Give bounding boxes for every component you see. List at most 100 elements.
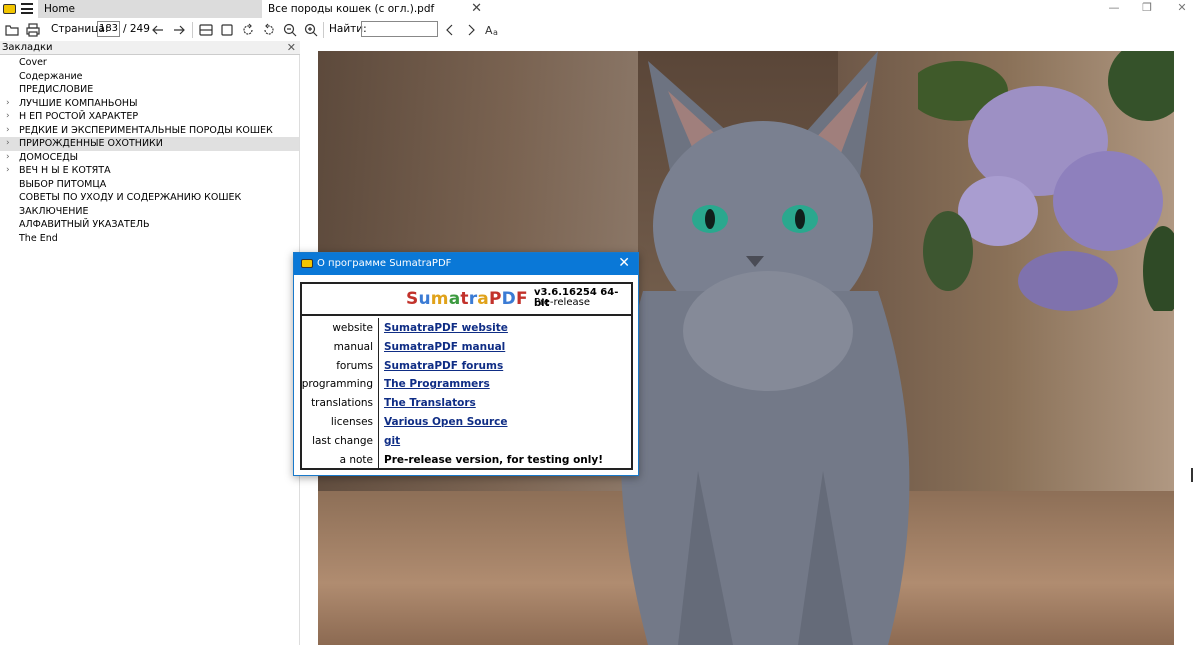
about-header: SumatraPDF v3.6.16254 64-bit Pre-release xyxy=(302,284,631,316)
about-row-label: forums xyxy=(336,359,373,372)
bookmark-label: ДОМОСЕДЫ xyxy=(19,151,79,163)
bookmark-item[interactable]: АЛФАВИТНЫЙ УКАЗАТЕЛЬ xyxy=(0,218,299,232)
expand-chevron-icon[interactable]: › xyxy=(6,124,10,138)
previous-page-icon[interactable] xyxy=(150,22,166,38)
about-dialog-title: О программе SumatraPDF xyxy=(317,258,452,269)
bookmark-item[interactable]: › ЛУЧШИЕ КОМПАНЬОНЫ xyxy=(0,97,299,111)
bookmarks-panel: Закладки ✕ Cover Содержание ПРЕДИСЛОВИЕ › ЛУ… xyxy=(0,41,300,645)
menu-icon[interactable] xyxy=(21,3,33,14)
bookmark-item[interactable]: › ПРИРОЖДЕННЫЕ ОХОТНИКИ xyxy=(0,137,299,151)
bookmark-label: Содержание xyxy=(19,70,83,82)
bookmark-item[interactable]: СОВЕТЫ ПО УХОДУ И СОДЕРЖАНИЮ КОШЕК xyxy=(0,191,299,205)
bookmark-item[interactable]: Cover xyxy=(0,56,299,70)
fit-page-icon[interactable] xyxy=(198,22,214,38)
expand-chevron-icon[interactable]: › xyxy=(6,164,10,178)
tab-close-icon[interactable]: ✕ xyxy=(471,0,482,18)
svg-text:A: A xyxy=(485,24,493,37)
title-bar: Home Все породы кошек (с огл.).pdf ✕ — ❐… xyxy=(0,0,1200,18)
bookmark-label: ВЫБОР ПИТОМЦА xyxy=(19,178,107,190)
bookmark-label: ВЕЧ Н Ы Е КОТЯТА xyxy=(19,165,111,176)
minimize-button[interactable]: — xyxy=(1106,1,1122,14)
fit-width-icon[interactable] xyxy=(219,22,235,38)
about-row-link[interactable]: Various Open Source xyxy=(384,416,507,428)
find-input[interactable] xyxy=(361,21,438,37)
about-row-link[interactable]: SumatraPDF manual xyxy=(384,341,505,353)
brand-letter: S xyxy=(406,289,419,309)
about-row: translations The Translators xyxy=(302,394,631,413)
expand-chevron-icon[interactable]: › xyxy=(6,137,10,151)
close-window-button[interactable]: ✕ xyxy=(1174,1,1190,14)
about-row-note: Pre-release version, for testing only! xyxy=(384,453,604,466)
brand-letter: a xyxy=(477,289,489,309)
close-bookmarks-icon[interactable]: ✕ xyxy=(287,41,296,54)
about-row: programming The Programmers xyxy=(302,375,631,394)
scrollbar-thumb[interactable] xyxy=(1191,468,1193,482)
about-row-link[interactable]: git xyxy=(384,435,400,447)
about-row: forums SumatraPDF forums xyxy=(302,357,631,376)
rotate-right-icon[interactable] xyxy=(261,22,277,38)
about-row-label: a note xyxy=(339,453,373,466)
bookmarks-header: Закладки ✕ xyxy=(0,41,300,55)
brand-letter: t xyxy=(460,289,469,309)
about-row: last change git xyxy=(302,432,631,451)
bookmark-item[interactable]: ЗАКЛЮЧЕНИЕ xyxy=(0,205,299,219)
bookmark-label: ПРИРОЖДЕННЫЕ ОХОТНИКИ xyxy=(19,138,163,149)
find-next-icon[interactable] xyxy=(463,22,479,38)
open-folder-icon[interactable] xyxy=(4,22,20,38)
about-row-label: last change xyxy=(312,434,373,447)
toolbar: Страница: 183 / 249 Найти: Aa xyxy=(0,18,1200,41)
about-row-label: programming xyxy=(301,378,373,391)
sumatra-logo-icon xyxy=(301,259,313,268)
brand-letter: a xyxy=(448,289,461,309)
about-row-link[interactable]: The Translators xyxy=(384,397,476,409)
expand-chevron-icon[interactable]: › xyxy=(6,97,10,111)
tab-home-label: Home xyxy=(44,3,76,15)
page-total: / 249 xyxy=(123,23,150,35)
brand-letter: P xyxy=(488,289,502,309)
tab-home[interactable]: Home xyxy=(38,0,262,18)
brand-letter: m xyxy=(430,289,449,309)
match-case-icon[interactable]: Aa xyxy=(485,22,501,38)
prerelease-text: Pre-release xyxy=(534,297,590,308)
brand-letter: F xyxy=(515,289,528,309)
bookmark-item[interactable]: Содержание xyxy=(0,70,299,84)
bookmark-label: ЗАКЛЮЧЕНИЕ xyxy=(19,205,89,217)
brand-letter: u xyxy=(418,289,431,309)
bookmark-item[interactable]: ВЫБОР ПИТОМЦА xyxy=(0,178,299,192)
about-row-link[interactable]: SumatraPDF website xyxy=(384,322,508,334)
svg-text:a: a xyxy=(493,28,498,37)
about-row-label: manual xyxy=(333,340,373,353)
tab-document[interactable]: Все породы кошек (с огл.).pdf ✕ xyxy=(262,0,488,18)
about-rows: website SumatraPDF website manual SumatraPD… xyxy=(302,319,631,469)
print-icon[interactable] xyxy=(25,22,41,38)
sumatra-logo-icon[interactable] xyxy=(3,4,16,14)
about-row: manual SumatraPDF manual xyxy=(302,338,631,357)
tab-document-label: Все породы кошек (с огл.).pdf xyxy=(268,3,435,15)
bookmark-label: Cover xyxy=(19,57,47,68)
bookmark-label: РЕДКИЕ И ЭКСПЕРИМЕНТАЛЬНЫЕ ПОРОДЫ КОШЕК xyxy=(19,124,273,136)
expand-chevron-icon[interactable]: › xyxy=(6,151,10,165)
toolbar-separator xyxy=(323,22,324,38)
bookmark-item[interactable]: › ВЕЧ Н Ы Е КОТЯТА xyxy=(0,164,299,178)
bookmark-label: АЛФАВИТНЫЙ УКАЗАТЕЛЬ xyxy=(19,219,150,230)
zoom-out-icon[interactable] xyxy=(282,22,298,38)
sumatrapdf-brand: SumatraPDF xyxy=(406,289,528,309)
find-previous-icon[interactable] xyxy=(442,22,458,38)
about-row: website SumatraPDF website xyxy=(302,319,631,338)
bookmark-item[interactable]: The End xyxy=(0,232,299,246)
bookmark-label: The End xyxy=(19,232,58,244)
page-number-input[interactable]: 183 xyxy=(97,21,120,37)
bookmark-item[interactable]: › Н ЕП РОСТОЙ ХАРАКТЕР xyxy=(0,110,299,124)
brand-letter: r xyxy=(468,289,478,309)
close-dialog-button[interactable]: ✕ xyxy=(618,255,630,271)
expand-chevron-icon[interactable]: › xyxy=(6,110,10,124)
next-page-icon[interactable] xyxy=(171,22,187,38)
rotate-left-icon[interactable] xyxy=(240,22,256,38)
bookmark-item[interactable]: › ДОМОСЕДЫ xyxy=(0,151,299,165)
bookmark-item[interactable]: › РЕДКИЕ И ЭКСПЕРИМЕНТАЛЬНЫЕ ПОРОДЫ КОШЕК xyxy=(0,124,299,138)
about-row-link[interactable]: The Programmers xyxy=(384,378,490,390)
maximize-button[interactable]: ❐ xyxy=(1139,1,1155,14)
about-row-link[interactable]: SumatraPDF forums xyxy=(384,360,503,372)
bookmark-item[interactable]: ПРЕДИСЛОВИЕ xyxy=(0,83,299,97)
zoom-in-icon[interactable] xyxy=(303,22,319,38)
